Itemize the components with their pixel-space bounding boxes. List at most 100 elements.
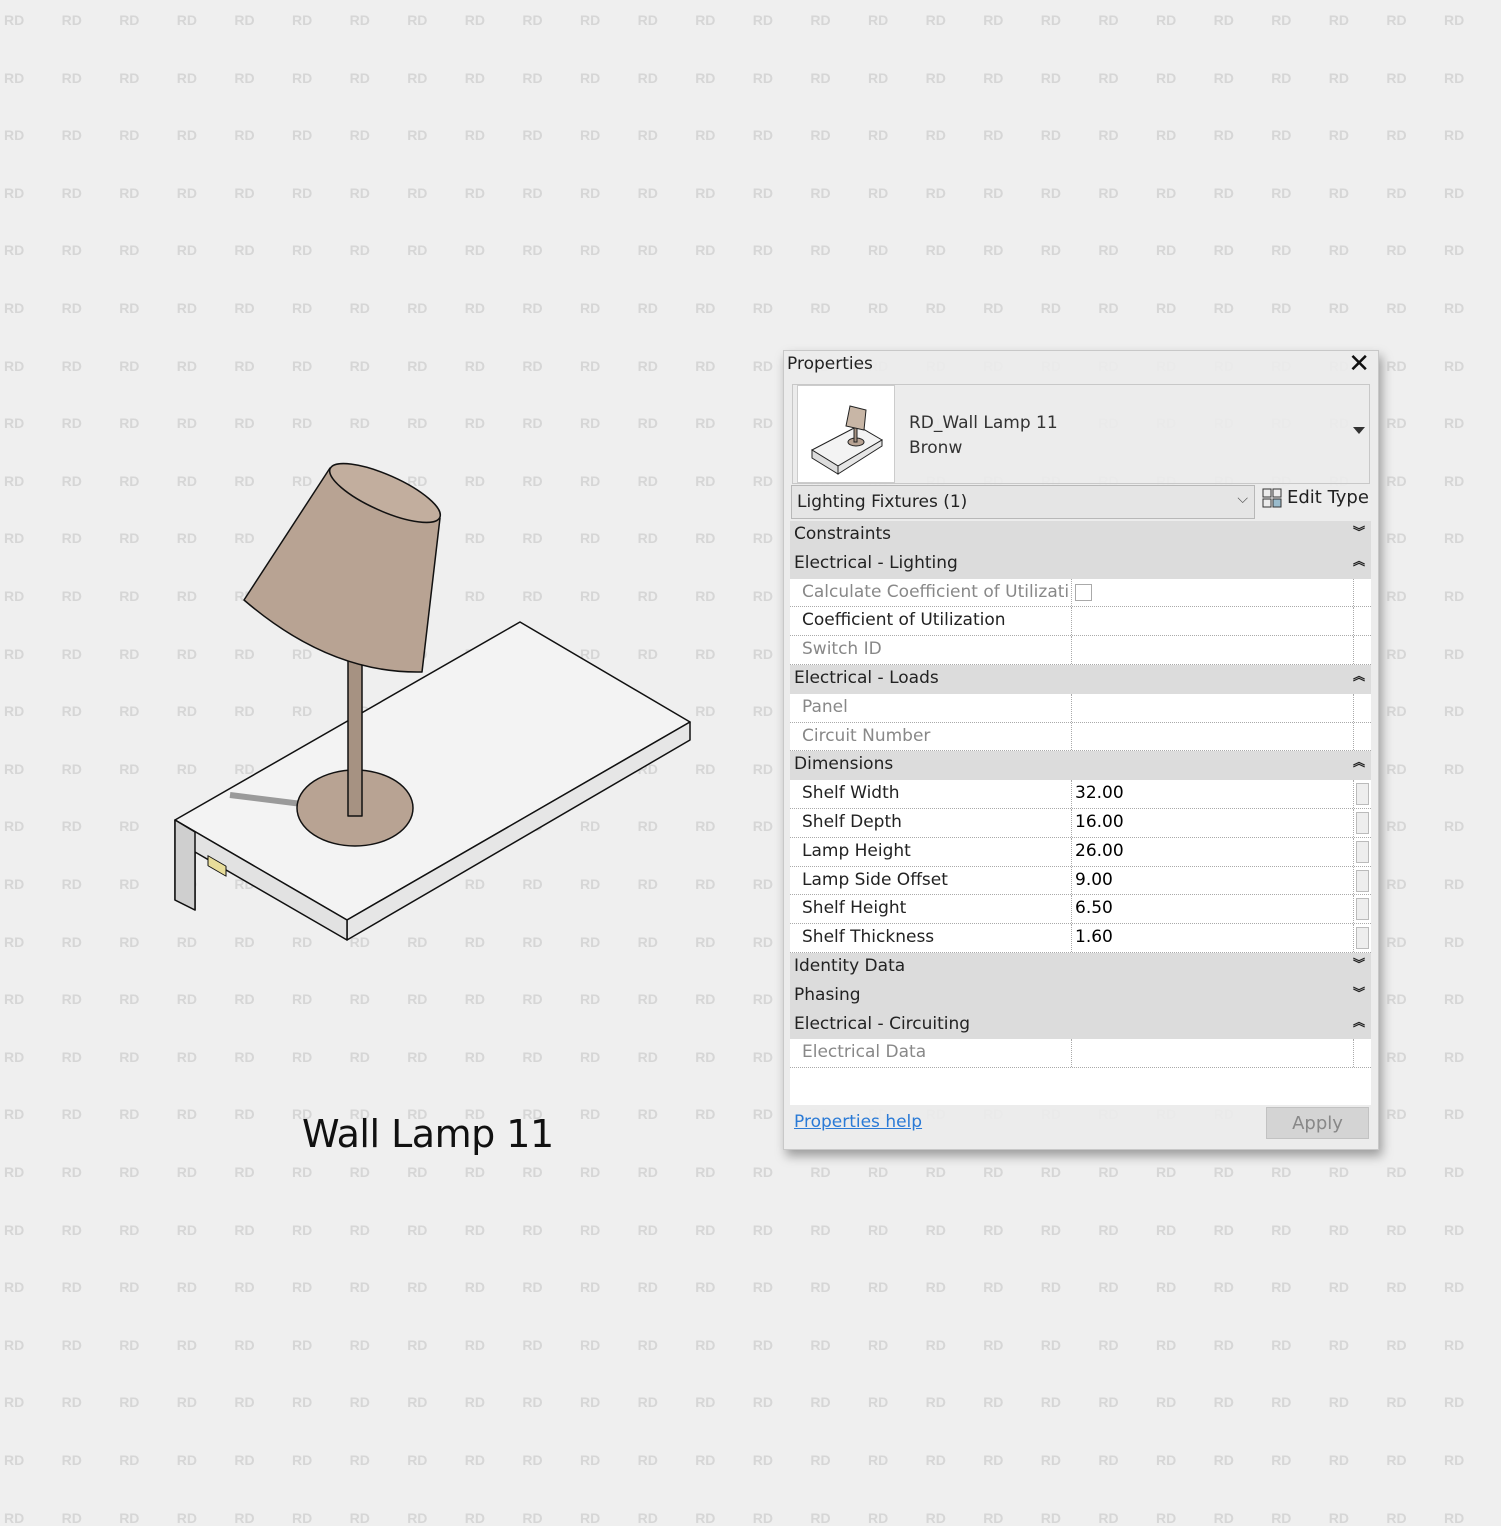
watermark-text: RD bbox=[292, 1394, 313, 1411]
watermark-text: RD bbox=[695, 184, 716, 201]
watermark-text: RD bbox=[1444, 1048, 1465, 1065]
close-icon[interactable]: ✕ bbox=[1348, 349, 1370, 379]
watermark-text: RD bbox=[1156, 1452, 1177, 1468]
watermark-text: RD bbox=[1156, 69, 1177, 86]
value-text: 26.00 bbox=[1075, 840, 1124, 861]
watermark-text: RD bbox=[810, 300, 831, 316]
watermark-text: RD bbox=[752, 818, 774, 835]
watermark-text: RD bbox=[407, 242, 428, 259]
watermark-text: RD bbox=[4, 933, 25, 950]
property-value[interactable]: 26.00 bbox=[1072, 837, 1354, 866]
watermark-text: RD bbox=[349, 357, 370, 374]
collapse-icon[interactable]: ︽ bbox=[1353, 753, 1365, 770]
watermark-text: RD bbox=[61, 530, 82, 547]
expand-icon[interactable]: ︾ bbox=[1353, 523, 1365, 540]
watermark-text: RD bbox=[637, 69, 658, 86]
watermark-text: RD bbox=[176, 1394, 198, 1411]
watermark-text: RD bbox=[176, 1164, 198, 1180]
category-header[interactable]: Constraints ︾ bbox=[790, 521, 1371, 550]
category-header[interactable]: Electrical - Lighting ︽ bbox=[790, 549, 1371, 579]
type-selector[interactable]: RD_Wall Lamp 11 Bronw bbox=[792, 384, 1370, 484]
lamp-stem bbox=[347, 649, 363, 817]
property-label: Lamp Side Offset bbox=[790, 866, 1072, 895]
watermark-text: RD bbox=[1213, 1452, 1234, 1468]
property-label: Calculate Coefficient of Utilizati... bbox=[790, 578, 1072, 607]
category-filter-dropdown[interactable]: Lighting Fixtures (1) ⌵ bbox=[791, 485, 1255, 519]
category-header[interactable]: Identity Data ︾ bbox=[790, 952, 1371, 982]
category-header[interactable]: Electrical - Loads ︽ bbox=[790, 664, 1371, 694]
watermark-text: RD bbox=[349, 1048, 370, 1065]
watermark-text: RD bbox=[1156, 184, 1177, 201]
associate-parameter-button[interactable] bbox=[1356, 898, 1369, 921]
watermark-text: RD bbox=[580, 1509, 601, 1526]
watermark-text: RD bbox=[695, 991, 716, 1008]
watermark-text: RD bbox=[1386, 1509, 1407, 1526]
watermark-text: RD bbox=[925, 1336, 946, 1353]
watermark-text: RD bbox=[580, 127, 601, 144]
associate-parameter-button[interactable] bbox=[1356, 811, 1369, 834]
watermark-text: RD bbox=[810, 184, 831, 201]
watermark-text: RD bbox=[1328, 1164, 1350, 1180]
associate-parameter-button[interactable] bbox=[1356, 840, 1369, 863]
watermark-text: RD bbox=[119, 645, 140, 662]
category-header[interactable]: Electrical - Circuiting ︽ bbox=[790, 1010, 1371, 1040]
watermark-text: RD bbox=[61, 588, 82, 604]
watermark-text: RD bbox=[752, 645, 774, 662]
watermark-text: RD bbox=[1213, 69, 1234, 86]
watermark-text: RD bbox=[1040, 1164, 1062, 1180]
property-value[interactable]: 32.00 bbox=[1072, 780, 1354, 808]
watermark-text: RD bbox=[464, 357, 486, 374]
watermark-text: RD bbox=[1098, 184, 1119, 201]
property-value[interactable]: 1.60 bbox=[1072, 924, 1354, 952]
associate-parameter-button[interactable] bbox=[1356, 869, 1369, 892]
watermark-text: RD bbox=[695, 1509, 716, 1526]
watermark-text: RD bbox=[1444, 1221, 1465, 1238]
watermark-text: RD bbox=[1271, 1336, 1292, 1353]
expand-icon[interactable]: ︾ bbox=[1353, 955, 1365, 972]
expand-icon[interactable]: ︾ bbox=[1353, 984, 1365, 1001]
watermark-text: RD bbox=[522, 184, 543, 201]
watermark-text: RD bbox=[522, 1279, 543, 1296]
watermark-text: RD bbox=[983, 1279, 1004, 1296]
watermark-text: RD bbox=[292, 357, 313, 374]
watermark-text: RD bbox=[1098, 242, 1119, 259]
watermark-text: RD bbox=[4, 1221, 25, 1238]
collapse-icon[interactable]: ︽ bbox=[1353, 667, 1365, 684]
watermark-text: RD bbox=[1271, 1164, 1292, 1180]
watermark-text: RD bbox=[1040, 300, 1062, 316]
watermark-text: RD bbox=[292, 1509, 313, 1526]
watermark-text: RD bbox=[464, 1509, 486, 1526]
type-dropdown-arrow-icon[interactable] bbox=[1353, 427, 1365, 434]
watermark-text: RD bbox=[1271, 184, 1292, 201]
watermark-text: RD bbox=[1271, 1509, 1292, 1526]
watermark-text: RD bbox=[292, 127, 313, 144]
property-value[interactable] bbox=[1072, 607, 1354, 636]
collapse-icon[interactable]: ︽ bbox=[1353, 552, 1365, 569]
watermark-text: RD bbox=[810, 12, 831, 28]
watermark-text: RD bbox=[752, 300, 774, 316]
watermark-text: RD bbox=[1386, 184, 1407, 201]
property-value[interactable]: 9.00 bbox=[1072, 866, 1354, 895]
watermark-text: RD bbox=[1444, 933, 1465, 950]
property-value[interactable]: 6.50 bbox=[1072, 895, 1354, 924]
category-header[interactable]: Dimensions ︽ bbox=[790, 751, 1371, 781]
watermark-text: RD bbox=[695, 415, 716, 432]
apply-button[interactable]: Apply bbox=[1266, 1107, 1369, 1139]
associate-parameter-button[interactable] bbox=[1356, 927, 1369, 950]
category-header[interactable]: Phasing ︾ bbox=[790, 981, 1371, 1011]
associate-parameter-button[interactable] bbox=[1356, 783, 1369, 806]
edit-type-button[interactable]: Edit Type bbox=[1262, 487, 1369, 508]
watermark-text: RD bbox=[1386, 12, 1407, 28]
watermark-text: RD bbox=[752, 184, 774, 201]
watermark-text: RD bbox=[1213, 127, 1234, 144]
watermark-text: RD bbox=[695, 1452, 716, 1468]
watermark-text: RD bbox=[522, 242, 543, 259]
watermark-text: RD bbox=[637, 12, 658, 28]
properties-help-link[interactable]: Properties help bbox=[794, 1112, 922, 1132]
collapse-icon[interactable]: ︽ bbox=[1353, 1013, 1365, 1030]
watermark-text: RD bbox=[1386, 760, 1407, 777]
watermark-text: RD bbox=[234, 300, 255, 316]
value-text: 9.00 bbox=[1075, 869, 1113, 890]
property-value[interactable]: 16.00 bbox=[1072, 808, 1354, 837]
watermark-text: RD bbox=[1444, 1452, 1465, 1468]
